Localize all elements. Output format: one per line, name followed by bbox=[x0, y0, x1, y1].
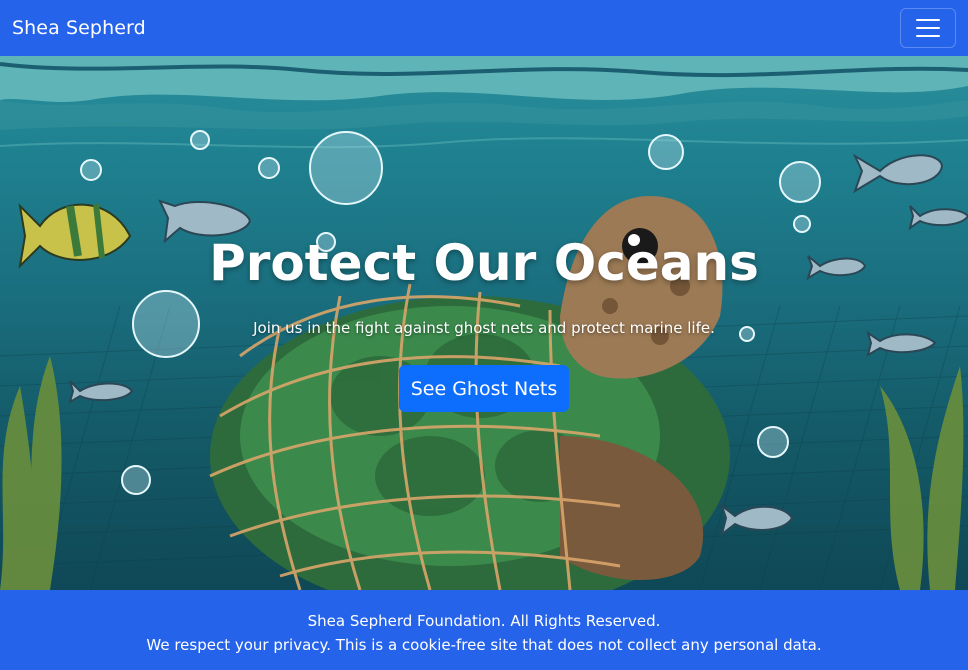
hero-content: Protect Our Oceans Join us in the fight … bbox=[0, 56, 968, 590]
hero-section: Protect Our Oceans Join us in the fight … bbox=[0, 56, 968, 590]
footer: Shea Sepherd Foundation. All Rights Rese… bbox=[0, 590, 968, 670]
hero-subtitle: Join us in the fight against ghost nets … bbox=[253, 319, 715, 337]
hamburger-menu-icon-bar bbox=[916, 27, 940, 29]
hero-title: Protect Our Oceans bbox=[209, 234, 759, 292]
hamburger-menu-icon-bar bbox=[916, 35, 940, 37]
footer-copyright: Shea Sepherd Foundation. All Rights Rese… bbox=[307, 612, 661, 630]
menu-toggle-button[interactable] bbox=[900, 8, 956, 48]
brand-link[interactable]: Shea Sepherd bbox=[12, 17, 146, 39]
hamburger-menu-icon bbox=[916, 19, 940, 21]
see-ghost-nets-button[interactable]: See Ghost Nets bbox=[399, 365, 569, 412]
footer-privacy-note: We respect your privacy. This is a cooki… bbox=[146, 636, 822, 654]
navbar: Shea Sepherd bbox=[0, 0, 968, 56]
